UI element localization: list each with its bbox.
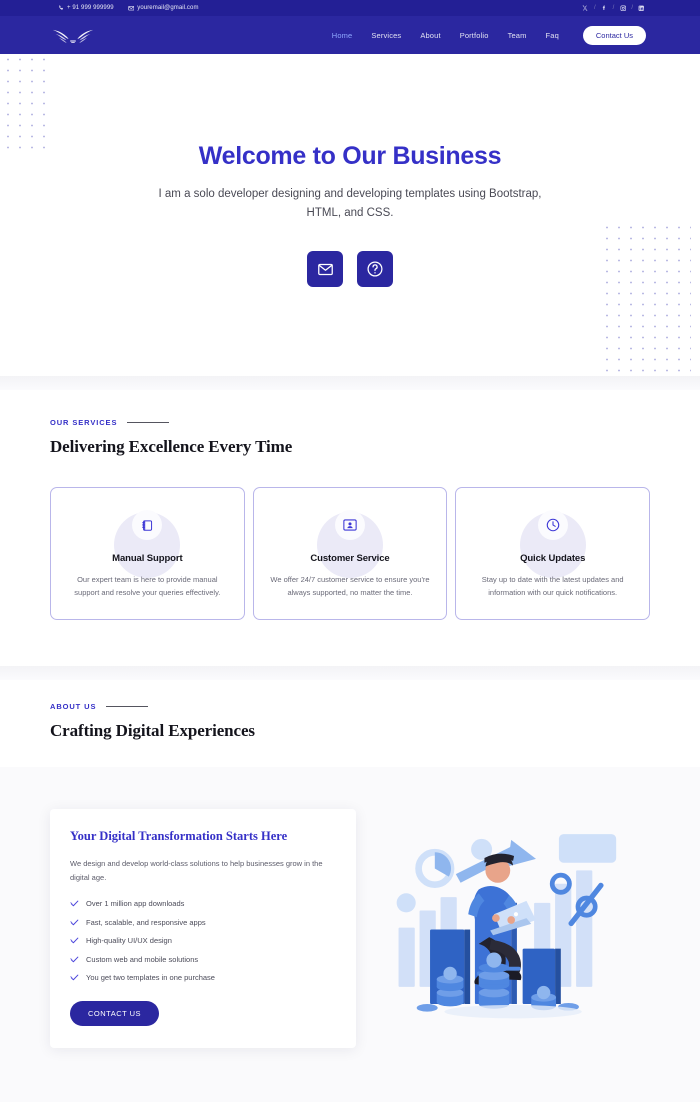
nav-item-faq[interactable]: Faq [546, 31, 559, 40]
list-item-label: Over 1 million app downloads [86, 899, 185, 908]
card-description: Our expert team is here to provide manua… [74, 575, 221, 597]
card-title: Manual Support [112, 553, 183, 564]
top-contact-bar: + 91 999 999999 youremail@gmail.com / / … [0, 0, 700, 16]
card-title: Customer Service [310, 553, 390, 564]
list-item: Over 1 million app downloads [70, 899, 336, 908]
clock-icon [537, 510, 568, 540]
envelope-icon [128, 5, 135, 12]
card-description: We offer 24/7 customer service to ensure… [270, 575, 430, 597]
list-item: High-quality UI/UX design [70, 936, 336, 945]
service-cards: Manual Support Our expert team is here t… [50, 487, 651, 620]
about-eyebrow: ABOUT US [50, 702, 97, 711]
phone-number: + 91 999 999999 [67, 5, 114, 11]
nav-links: Home Services About Portfolio Team Faq C… [332, 25, 646, 45]
hero-title: Welcome to Our Business [198, 142, 502, 170]
about-card-title: Your Digital Transformation Starts Here [70, 829, 288, 843]
nav-contact-us-button[interactable]: Contact Us [582, 25, 646, 45]
social-separator-2: / [612, 5, 615, 11]
about-info-card: Your Digital Transformation Starts Here … [50, 809, 356, 1048]
services-section: OUR SERVICES Delivering Excellence Every… [0, 390, 700, 666]
email-address: youremail@gmail.com [137, 5, 199, 11]
services-eyebrow-row: OUR SERVICES [50, 418, 650, 427]
service-card-quick-updates[interactable]: Quick Updates Stay up to date with the l… [455, 487, 651, 620]
landing-page: + 91 999 999999 youremail@gmail.com / / … [0, 0, 700, 1102]
list-item: Fast, scalable, and responsive apps [70, 918, 336, 927]
nav-item-portfolio[interactable]: Portfolio [460, 31, 489, 40]
eyebrow-divider-line [106, 706, 149, 707]
section-divider-1 [0, 376, 700, 390]
nav-item-about[interactable]: About [420, 31, 440, 40]
phone-icon [58, 5, 64, 11]
linkedin-icon[interactable] [637, 4, 646, 13]
phone-contact[interactable]: + 91 999 999999 [58, 5, 114, 11]
social-separator-1: / [593, 5, 596, 11]
x-twitter-icon[interactable] [581, 4, 590, 13]
nav-item-team[interactable]: Team [508, 31, 527, 40]
about-card-description: We design and develop world-class soluti… [70, 859, 323, 882]
list-item: Custom web and mobile solutions [70, 955, 336, 964]
service-card-customer-service[interactable]: Customer Service We offer 24/7 customer … [252, 487, 448, 620]
check-icon [70, 918, 79, 927]
question-circle-icon [366, 260, 384, 278]
email-button[interactable] [307, 251, 343, 287]
user-frame-icon [335, 510, 365, 540]
nav-item-home[interactable]: Home [332, 31, 353, 40]
business-growth-illustration [380, 809, 650, 1025]
about-section-header: ABOUT US Crafting Digital Experiences [0, 680, 700, 767]
email-contact[interactable]: youremail@gmail.com [128, 5, 199, 12]
envelope-icon [317, 261, 334, 278]
hero-content: Welcome to Our Business I am a solo deve… [0, 54, 700, 287]
list-item-label: Fast, scalable, and responsive apps [86, 917, 206, 927]
services-eyebrow: OUR SERVICES [50, 418, 118, 427]
about-section-body: Your Digital Transformation Starts Here … [0, 767, 700, 1102]
nav-item-services[interactable]: Services [371, 31, 401, 40]
check-icon [70, 955, 79, 964]
check-icon [70, 936, 79, 945]
social-separator-3: / [631, 5, 633, 11]
about-feature-list: Over 1 million app downloads Fast, scala… [70, 899, 336, 982]
check-icon [70, 973, 79, 982]
section-divider-2 [0, 666, 700, 680]
facebook-icon[interactable] [600, 4, 609, 13]
hero-buttons [0, 251, 700, 287]
wings-logo[interactable] [50, 22, 96, 48]
about-eyebrow-row: ABOUT US [50, 702, 650, 711]
instagram-icon[interactable] [618, 4, 627, 13]
about-contact-us-button[interactable]: CONTACT US [70, 1000, 160, 1026]
card-title: Quick Updates [520, 553, 586, 564]
list-item-label: Custom web and mobile solutions [86, 954, 199, 964]
check-icon [70, 899, 79, 908]
eyebrow-divider-line [127, 422, 170, 423]
card-description: Stay up to date with the latest updates … [481, 575, 624, 597]
hero-section: Welcome to Our Business I am a solo deve… [0, 54, 700, 376]
top-contact-left: + 91 999 999999 youremail@gmail.com [58, 5, 199, 12]
services-title: Delivering Excellence Every Time [50, 437, 293, 456]
list-item-label: You get two templates in one purchase [86, 973, 215, 982]
main-navbar: Home Services About Portfolio Team Faq C… [0, 16, 700, 54]
list-item: You get two templates in one purchase [70, 973, 336, 982]
hero-subtitle: I am a solo developer designing and deve… [158, 188, 542, 219]
list-item-label: High-quality UI/UX design [86, 936, 172, 945]
help-button[interactable] [357, 251, 393, 287]
about-title: Crafting Digital Experiences [50, 721, 255, 740]
social-links: / / / [581, 4, 646, 13]
service-card-manual-support[interactable]: Manual Support Our expert team is here t… [50, 487, 245, 620]
